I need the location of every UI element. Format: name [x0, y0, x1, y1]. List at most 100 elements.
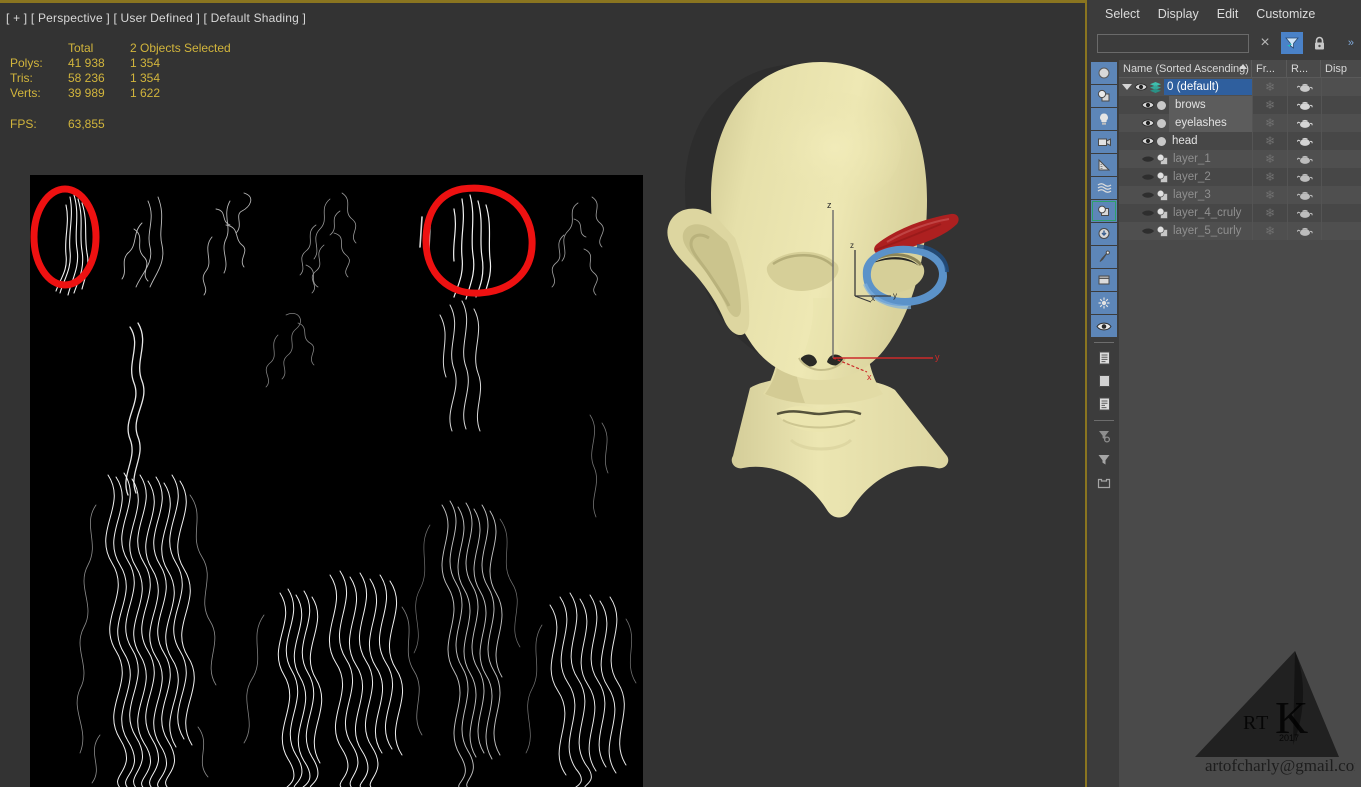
freeze-cell[interactable]: ❄	[1252, 150, 1287, 168]
render-cell[interactable]	[1287, 96, 1321, 114]
snowflake-icon: ❄	[1264, 80, 1276, 94]
row-name-cell[interactable]: eyelashes	[1119, 114, 1252, 132]
clear-search-button[interactable]: ×	[1254, 32, 1276, 54]
filter-icon[interactable]	[1091, 448, 1117, 470]
display-cell[interactable]	[1321, 114, 1361, 132]
hair-reference-image[interactable]	[30, 175, 643, 787]
freeze-cell[interactable]: ❄	[1252, 222, 1287, 240]
eye-closed-icon[interactable]	[1141, 207, 1155, 219]
row-name-cell[interactable]: layer_5_curly	[1119, 222, 1252, 240]
table-row[interactable]: eyelashes ❄	[1119, 114, 1361, 132]
space-warps-icon[interactable]	[1091, 177, 1117, 199]
row-name-cell[interactable]: 0 (default)	[1119, 78, 1252, 96]
filter-toggle-button[interactable]	[1281, 32, 1303, 54]
row-label: layer_3	[1173, 189, 1211, 201]
eye-icon[interactable]	[1141, 99, 1155, 111]
display-cell[interactable]	[1321, 150, 1361, 168]
table-row[interactable]: layer_4_cruly ❄	[1119, 204, 1361, 222]
lights-icon[interactable]	[1091, 108, 1117, 130]
render-cell[interactable]	[1287, 114, 1321, 132]
render-cell[interactable]	[1287, 204, 1321, 222]
display-cell[interactable]	[1321, 186, 1361, 204]
table-row[interactable]: layer_5_curly ❄	[1119, 222, 1361, 240]
stats-total-tris: 58 236	[68, 71, 105, 85]
select-object-icon[interactable]	[1091, 62, 1117, 84]
head-model-3d[interactable]: z y x z y x	[655, 58, 985, 548]
blank-view-icon[interactable]	[1091, 370, 1117, 392]
menu-customize[interactable]: Customize	[1256, 7, 1315, 21]
filter-settings-icon[interactable]	[1091, 425, 1117, 447]
display-cell[interactable]	[1321, 222, 1361, 240]
display-cell[interactable]	[1321, 96, 1361, 114]
freeze-cell[interactable]: ❄	[1252, 204, 1287, 222]
eye-icon[interactable]	[1141, 135, 1155, 147]
freeze-cell[interactable]: ❄	[1252, 132, 1287, 150]
row-name-cell[interactable]: layer_4_cruly	[1119, 204, 1252, 222]
table-row[interactable]: 0 (default) ❄	[1119, 78, 1361, 96]
row-name-cell[interactable]: layer_2	[1119, 168, 1252, 186]
column-header-display[interactable]: Disp	[1321, 60, 1361, 78]
table-row[interactable]: layer_2 ❄	[1119, 168, 1361, 186]
eye-icon[interactable]	[1134, 81, 1148, 93]
menu-select[interactable]: Select	[1105, 7, 1140, 21]
render-cell[interactable]	[1287, 186, 1321, 204]
render-cell[interactable]	[1287, 150, 1321, 168]
freeze-cell[interactable]: ❄	[1252, 96, 1287, 114]
lock-button[interactable]	[1308, 32, 1330, 54]
eye-icon[interactable]	[1141, 117, 1155, 129]
particles-icon[interactable]	[1091, 292, 1117, 314]
render-cell[interactable]	[1287, 132, 1321, 150]
eye-closed-icon[interactable]	[1141, 153, 1155, 165]
search-input[interactable]	[1097, 33, 1249, 53]
xrefs-icon[interactable]	[1091, 223, 1117, 245]
snowflake-icon: ❄	[1264, 170, 1276, 184]
chevron-down-icon[interactable]	[1122, 84, 1132, 90]
display-visible-icon[interactable]	[1091, 315, 1117, 337]
display-cell[interactable]	[1321, 168, 1361, 186]
freeze-cell[interactable]: ❄	[1252, 78, 1287, 96]
render-cell[interactable]	[1287, 222, 1321, 240]
display-cell[interactable]	[1321, 78, 1361, 96]
menu-display[interactable]: Display	[1158, 7, 1199, 21]
table-row[interactable]: head ❄	[1119, 132, 1361, 150]
menu-edit[interactable]: Edit	[1217, 7, 1239, 21]
freeze-cell[interactable]: ❄	[1252, 168, 1287, 186]
scene-explorer-list[interactable]: Name (Sorted Ascending) Fr... R... Disp	[1119, 59, 1361, 787]
row-name-cell[interactable]: head	[1119, 132, 1252, 150]
column-header-name[interactable]: Name (Sorted Ascending)	[1119, 59, 1252, 78]
bones-icon[interactable]	[1091, 246, 1117, 268]
table-row[interactable]: layer_3 ❄	[1119, 186, 1361, 204]
render-cell[interactable]	[1287, 168, 1321, 186]
table-row[interactable]: brows ❄	[1119, 96, 1361, 114]
viewport-label[interactable]: [ + ] [ Perspective ] [ User Defined ] […	[6, 11, 306, 25]
display-cell[interactable]	[1321, 204, 1361, 222]
list-view-icon[interactable]	[1091, 347, 1117, 369]
snowflake-icon: ❄	[1264, 224, 1276, 238]
cameras-icon[interactable]	[1091, 131, 1117, 153]
column-header-frozen[interactable]: Fr...	[1252, 59, 1287, 78]
eye-closed-icon[interactable]	[1141, 225, 1155, 237]
helpers-icon[interactable]	[1091, 154, 1117, 176]
row-name-cell[interactable]: brows	[1119, 96, 1252, 114]
row-label: eyelashes	[1175, 117, 1227, 129]
overflow-chevron-icon[interactable]: »	[1348, 37, 1355, 49]
eye-closed-icon[interactable]	[1141, 189, 1155, 201]
freeze-cell[interactable]: ❄	[1252, 114, 1287, 132]
groups-icon[interactable]	[1091, 200, 1117, 222]
table-row[interactable]: layer_1 ❄	[1119, 150, 1361, 168]
row-name-cell[interactable]: layer_3	[1119, 186, 1252, 204]
eye-closed-icon[interactable]	[1141, 171, 1155, 183]
render-cell[interactable]	[1287, 78, 1321, 96]
object-dot-icon	[1157, 136, 1166, 146]
select-shape-icon[interactable]	[1091, 85, 1117, 107]
freeze-cell[interactable]: ❄	[1252, 186, 1287, 204]
teapot-icon	[1296, 83, 1313, 92]
containers-icon[interactable]	[1091, 269, 1117, 291]
row-name-cell[interactable]: layer_1	[1119, 150, 1252, 168]
detail-view-icon[interactable]	[1091, 393, 1117, 415]
container-open-icon[interactable]	[1091, 471, 1117, 493]
viewport-perspective[interactable]: [ + ] [ Perspective ] [ User Defined ] […	[0, 0, 1087, 787]
funnel-icon	[1285, 37, 1299, 49]
column-header-render[interactable]: R...	[1287, 59, 1321, 78]
display-cell[interactable]	[1321, 132, 1361, 150]
